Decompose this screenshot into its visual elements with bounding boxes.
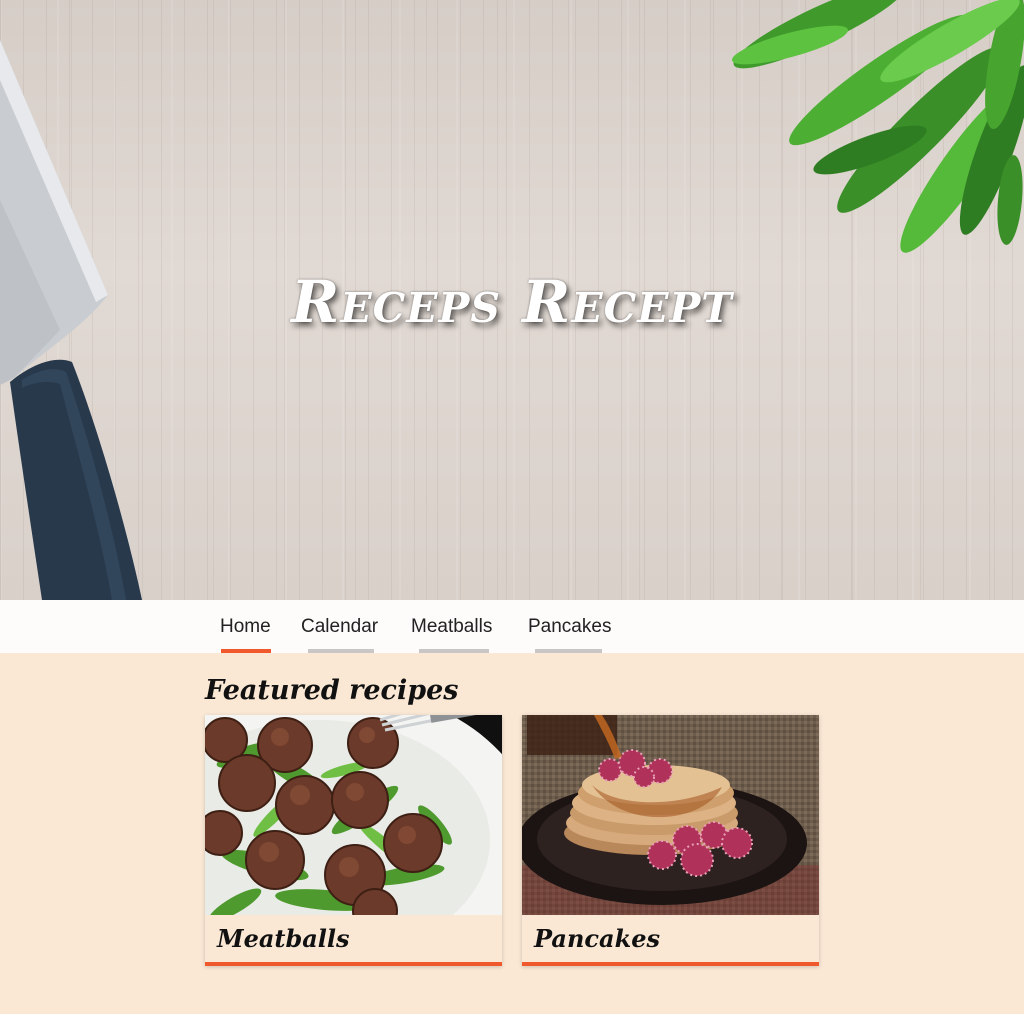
hero-banner: Receps Recept <box>0 0 1024 600</box>
recipe-card-title: Pancakes <box>534 924 660 953</box>
main-content: Featured recipes Meatballs Pancakes <box>205 653 845 966</box>
recipe-card-accent-bar <box>205 962 502 966</box>
nav-item-label: Home <box>220 616 271 637</box>
nav-item-pancakes[interactable]: Pancakes <box>513 600 625 653</box>
site-title: Receps Recept <box>291 268 733 336</box>
nav-item-label: Pancakes <box>528 616 612 637</box>
meatballs-photo <box>205 715 502 915</box>
nav-item-meatballs[interactable]: Meatballs <box>396 600 513 653</box>
pancakes-photo <box>522 715 819 915</box>
nav-item-label: Calendar <box>301 616 379 637</box>
featured-recipes-heading: Featured recipes <box>205 675 459 706</box>
main-navigation: Home Calendar Meatballs Pancakes <box>0 600 1024 653</box>
nav-item-calendar[interactable]: Calendar <box>286 600 396 653</box>
recipe-card-meatballs[interactable]: Meatballs <box>205 715 502 966</box>
recipe-card-pancakes[interactable]: Pancakes <box>522 715 819 966</box>
herb-leaves-image <box>731 0 1024 253</box>
nav-item-label: Meatballs <box>411 616 493 637</box>
nav-item-home[interactable]: Home <box>205 600 286 653</box>
recipe-card-list: Meatballs Pancakes <box>205 715 845 966</box>
recipe-card-title: Meatballs <box>217 924 350 953</box>
recipe-card-accent-bar <box>522 962 819 966</box>
